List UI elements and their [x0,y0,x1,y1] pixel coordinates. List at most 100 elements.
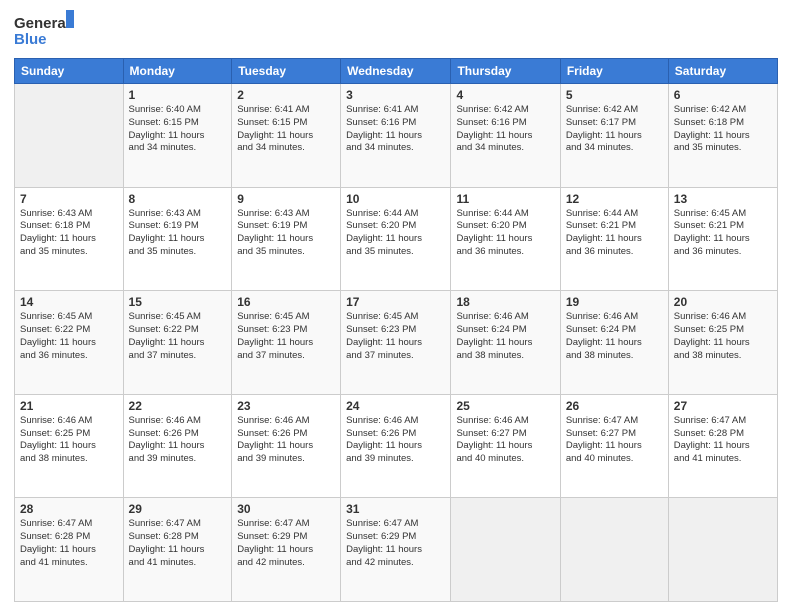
day-info: Sunrise: 6:44 AM Sunset: 6:20 PM Dayligh… [456,208,554,259]
day-number: 19 [566,295,663,309]
calendar-cell [451,498,560,602]
day-info: Sunrise: 6:42 AM Sunset: 6:18 PM Dayligh… [674,104,772,155]
day-number: 26 [566,399,663,413]
calendar-cell: 25 Sunrise: 6:46 AM Sunset: 6:27 PM Dayli… [451,394,560,498]
day-number: 30 [237,502,335,516]
weekday-header-wednesday: Wednesday [341,59,451,84]
day-info: Sunrise: 6:46 AM Sunset: 6:26 PM Dayligh… [346,415,445,466]
day-number: 4 [456,88,554,102]
day-info: Sunrise: 6:42 AM Sunset: 6:17 PM Dayligh… [566,104,663,155]
day-number: 23 [237,399,335,413]
svg-text:Blue: Blue [14,31,47,48]
day-info: Sunrise: 6:42 AM Sunset: 6:16 PM Dayligh… [456,104,554,155]
day-number: 5 [566,88,663,102]
logo: General Blue [14,10,74,50]
calendar-cell: 3 Sunrise: 6:41 AM Sunset: 6:16 PM Daylig… [341,84,451,188]
day-info: Sunrise: 6:47 AM Sunset: 6:28 PM Dayligh… [129,518,227,569]
day-number: 3 [346,88,445,102]
day-info: Sunrise: 6:46 AM Sunset: 6:24 PM Dayligh… [566,311,663,362]
day-number: 18 [456,295,554,309]
calendar-cell: 14Sunrise: 6:45 AM Sunset: 6:22 PM Dayli… [15,291,124,395]
day-number: 12 [566,192,663,206]
calendar-cell: 18 Sunrise: 6:46 AM Sunset: 6:24 PM Dayli… [451,291,560,395]
calendar-cell: 22Sunrise: 6:46 AM Sunset: 6:26 PM Dayli… [123,394,232,498]
calendar-cell: 27Sunrise: 6:47 AM Sunset: 6:28 PM Dayli… [668,394,777,498]
day-info: Sunrise: 6:43 AM Sunset: 6:19 PM Dayligh… [129,208,227,259]
calendar-cell: 23 Sunrise: 6:46 AM Sunset: 6:26 PM Dayli… [232,394,341,498]
day-info: Sunrise: 6:45 AM Sunset: 6:23 PM Dayligh… [237,311,335,362]
day-info: Sunrise: 6:46 AM Sunset: 6:26 PM Dayligh… [237,415,335,466]
calendar-cell: 28 Sunrise: 6:47 AM Sunset: 6:28 PM Dayli… [15,498,124,602]
day-number: 17 [346,295,445,309]
calendar-cell: 19 Sunrise: 6:46 AM Sunset: 6:24 PM Dayli… [560,291,668,395]
week-row-5: 28 Sunrise: 6:47 AM Sunset: 6:28 PM Dayli… [15,498,778,602]
day-info: Sunrise: 6:47 AM Sunset: 6:28 PM Dayligh… [20,518,118,569]
svg-text:General: General [14,15,70,32]
day-number: 31 [346,502,445,516]
header: General Blue [14,10,778,50]
weekday-header-monday: Monday [123,59,232,84]
calendar-cell [560,498,668,602]
day-info: Sunrise: 6:45 AM Sunset: 6:21 PM Dayligh… [674,208,772,259]
day-number: 25 [456,399,554,413]
day-info: Sunrise: 6:46 AM Sunset: 6:25 PM Dayligh… [674,311,772,362]
day-info: Sunrise: 6:46 AM Sunset: 6:24 PM Dayligh… [456,311,554,362]
day-number: 21 [20,399,118,413]
day-info: Sunrise: 6:47 AM Sunset: 6:27 PM Dayligh… [566,415,663,466]
calendar-cell: 31 Sunrise: 6:47 AM Sunset: 6:29 PM Dayli… [341,498,451,602]
calendar-cell: 2Sunrise: 6:41 AM Sunset: 6:15 PM Daylig… [232,84,341,188]
weekday-header-saturday: Saturday [668,59,777,84]
day-info: Sunrise: 6:45 AM Sunset: 6:23 PM Dayligh… [346,311,445,362]
day-number: 14 [20,295,118,309]
day-number: 22 [129,399,227,413]
calendar-cell: 12Sunrise: 6:44 AM Sunset: 6:21 PM Dayli… [560,187,668,291]
weekday-header-sunday: Sunday [15,59,124,84]
day-number: 8 [129,192,227,206]
day-info: Sunrise: 6:40 AM Sunset: 6:15 PM Dayligh… [129,104,227,155]
page: General Blue SundayMondayTuesdayWednesda… [0,0,792,612]
weekday-header-thursday: Thursday [451,59,560,84]
calendar-cell: 1 Sunrise: 6:40 AM Sunset: 6:15 PM Daylig… [123,84,232,188]
calendar-cell: 7 Sunrise: 6:43 AM Sunset: 6:18 PM Daylig… [15,187,124,291]
day-number: 11 [456,192,554,206]
day-number: 28 [20,502,118,516]
day-number: 7 [20,192,118,206]
calendar-cell: 15Sunrise: 6:45 AM Sunset: 6:22 PM Dayli… [123,291,232,395]
day-info: Sunrise: 6:43 AM Sunset: 6:19 PM Dayligh… [237,208,335,259]
weekday-header-tuesday: Tuesday [232,59,341,84]
calendar-cell: 13Sunrise: 6:45 AM Sunset: 6:21 PM Dayli… [668,187,777,291]
calendar-cell: 20 Sunrise: 6:46 AM Sunset: 6:25 PM Dayli… [668,291,777,395]
calendar-cell: 21 Sunrise: 6:46 AM Sunset: 6:25 PM Dayli… [15,394,124,498]
calendar-cell: 10 Sunrise: 6:44 AM Sunset: 6:20 PM Dayli… [341,187,451,291]
calendar-cell: 26 Sunrise: 6:47 AM Sunset: 6:27 PM Dayli… [560,394,668,498]
day-number: 1 [129,88,227,102]
week-row-1: 1 Sunrise: 6:40 AM Sunset: 6:15 PM Daylig… [15,84,778,188]
day-number: 10 [346,192,445,206]
calendar-cell: 24 Sunrise: 6:46 AM Sunset: 6:26 PM Dayli… [341,394,451,498]
week-row-2: 7 Sunrise: 6:43 AM Sunset: 6:18 PM Daylig… [15,187,778,291]
day-number: 9 [237,192,335,206]
logo-svg: General Blue [14,10,74,50]
calendar-cell: 29Sunrise: 6:47 AM Sunset: 6:28 PM Dayli… [123,498,232,602]
day-number: 20 [674,295,772,309]
day-info: Sunrise: 6:41 AM Sunset: 6:16 PM Dayligh… [346,104,445,155]
calendar-cell: 9 Sunrise: 6:43 AM Sunset: 6:19 PM Daylig… [232,187,341,291]
day-info: Sunrise: 6:41 AM Sunset: 6:15 PM Dayligh… [237,104,335,155]
week-row-4: 21 Sunrise: 6:46 AM Sunset: 6:25 PM Dayli… [15,394,778,498]
week-row-3: 14Sunrise: 6:45 AM Sunset: 6:22 PM Dayli… [15,291,778,395]
day-number: 24 [346,399,445,413]
calendar-cell [668,498,777,602]
calendar-cell: 5 Sunrise: 6:42 AM Sunset: 6:17 PM Daylig… [560,84,668,188]
day-info: Sunrise: 6:47 AM Sunset: 6:28 PM Dayligh… [674,415,772,466]
day-info: Sunrise: 6:47 AM Sunset: 6:29 PM Dayligh… [346,518,445,569]
day-info: Sunrise: 6:43 AM Sunset: 6:18 PM Dayligh… [20,208,118,259]
calendar-cell: 4 Sunrise: 6:42 AM Sunset: 6:16 PM Daylig… [451,84,560,188]
calendar-cell: 30Sunrise: 6:47 AM Sunset: 6:29 PM Dayli… [232,498,341,602]
day-info: Sunrise: 6:46 AM Sunset: 6:27 PM Dayligh… [456,415,554,466]
day-info: Sunrise: 6:44 AM Sunset: 6:20 PM Dayligh… [346,208,445,259]
calendar-cell: 6 Sunrise: 6:42 AM Sunset: 6:18 PM Daylig… [668,84,777,188]
day-info: Sunrise: 6:46 AM Sunset: 6:25 PM Dayligh… [20,415,118,466]
calendar-cell: 11 Sunrise: 6:44 AM Sunset: 6:20 PM Dayli… [451,187,560,291]
day-number: 16 [237,295,335,309]
day-number: 6 [674,88,772,102]
